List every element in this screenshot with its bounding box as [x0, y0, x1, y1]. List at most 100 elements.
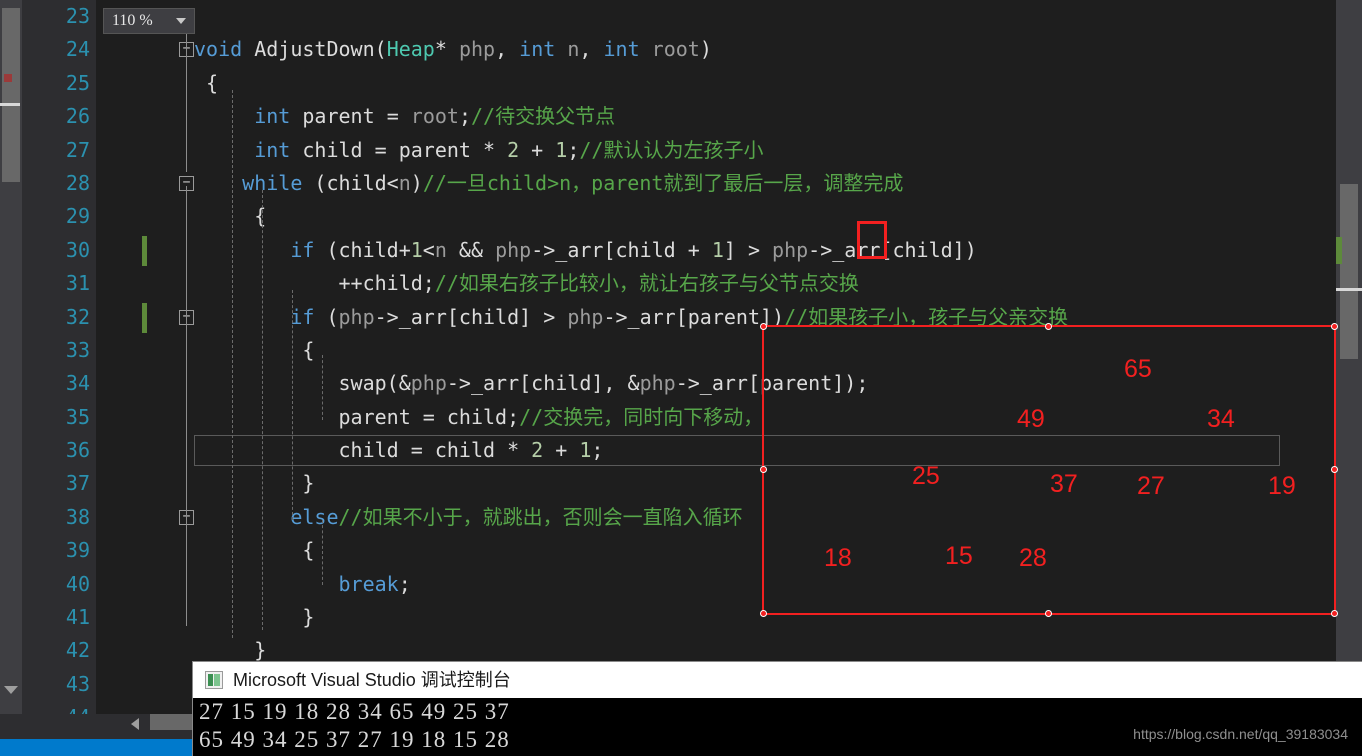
code-line-text: int parent = root;//待交换父节点 — [254, 104, 616, 129]
code-line-text: { — [194, 337, 315, 362]
code-line-text: { — [194, 70, 219, 95]
line-number: 26 — [65, 104, 90, 129]
debug-console-window[interactable]: Microsoft Visual Studio 调试控制台 27 15 19 1… — [192, 661, 1362, 756]
heap-value-label: 65 — [1124, 355, 1152, 383]
code-line[interactable]: 36 child = child * 2 + 1; — [34, 434, 1362, 467]
code-line[interactable]: 38− else//如果不小于，就跳出，否则会一直陷入循环 — [34, 501, 1362, 534]
console-title-bar[interactable]: Microsoft Visual Studio 调试控制台 — [193, 662, 1362, 698]
console-title-text: Microsoft Visual Studio 调试控制台 — [233, 670, 511, 690]
line-number: 27 — [65, 137, 90, 162]
status-bar — [0, 739, 192, 756]
heap-value-label: 25 — [912, 462, 940, 490]
line-number: 43 — [65, 671, 90, 696]
code-line[interactable]: 27 int child = parent * 2 + 1;//默认认为左孩子小 — [34, 134, 1362, 167]
indent-guide — [322, 355, 323, 420]
line-number: 38 — [65, 504, 90, 529]
code-line[interactable]: 34 swap(&php->_arr[child], &php->_arr[pa… — [34, 367, 1362, 400]
code-line[interactable]: 33 { — [34, 334, 1362, 367]
horizontal-scroll-left-button[interactable] — [128, 713, 144, 735]
vertical-scrollbar-thumb[interactable] — [1340, 184, 1358, 359]
visual-studio-window: 23 24−void AdjustDown(Heap* php, int n, i… — [0, 0, 1362, 756]
zoom-level-value: 110 % — [112, 12, 153, 29]
line-number: 25 — [65, 70, 90, 95]
line-number: 29 — [65, 204, 90, 229]
code-line[interactable]: 25 { — [34, 67, 1362, 100]
line-number: 40 — [65, 571, 90, 596]
code-line-text: ++child;//如果右孩子比较小，就让右孩子与父节点交换 — [194, 271, 859, 296]
watermark-text: https://blog.csdn.net/qq_39183034 — [1133, 726, 1348, 742]
code-line[interactable]: 41 } — [34, 601, 1362, 634]
change-bar — [142, 235, 147, 266]
line-number: 24 — [65, 37, 90, 62]
console-output-line: 27 15 19 18 28 34 65 49 25 37 — [199, 699, 510, 724]
change-bar — [142, 302, 147, 333]
line-number: 23 — [65, 4, 90, 28]
line-number: 39 — [65, 538, 90, 563]
left-scroll-column[interactable] — [0, 0, 22, 714]
line-number: 41 — [65, 605, 90, 630]
code-line[interactable]: 35 parent = child;//交换完，同时向下移动， — [34, 401, 1362, 434]
heap-value-label: 49 — [1017, 405, 1045, 433]
line-number: 37 — [65, 471, 90, 496]
heap-value-label: 15 — [945, 542, 973, 570]
code-line-text: break; — [338, 571, 411, 596]
breakpoint-marker-icon[interactable] — [4, 74, 12, 82]
code-lines-container[interactable]: 23 24−void AdjustDown(Heap* php, int n, i… — [34, 0, 1362, 729]
code-line-text: while (child<n)//一旦child>n，parent就到了最后一层… — [242, 170, 904, 195]
line-number: 28 — [65, 170, 90, 195]
line-number: 31 — [65, 271, 90, 296]
code-line-text: { — [194, 538, 315, 563]
arrow-left-icon — [131, 718, 139, 730]
indent-guide — [322, 520, 323, 585]
code-line[interactable]: 28− while (child<n)//一旦child>n，parent就到了… — [34, 167, 1362, 200]
code-line[interactable]: 32− if (php->_arr[child] > php->_arr[par… — [34, 301, 1362, 334]
heap-value-label: 34 — [1207, 405, 1235, 433]
line-number: 36 — [65, 438, 90, 463]
code-line-text: child = child * 2 + 1; — [194, 438, 604, 463]
indent-guide — [262, 190, 263, 630]
code-line[interactable]: 39 { — [34, 534, 1362, 567]
code-line[interactable]: 29 { — [34, 200, 1362, 233]
left-scroll-thumb[interactable] — [2, 8, 20, 182]
line-number: 33 — [65, 337, 90, 362]
code-line-text: { — [194, 204, 267, 229]
line-number: 42 — [65, 638, 90, 663]
left-margin-strip — [22, 0, 34, 714]
console-app-icon — [205, 671, 223, 689]
code-line-text: void AdjustDown(Heap* php, int n, int ro… — [194, 37, 712, 62]
heap-value-label: 27 — [1137, 472, 1165, 500]
code-line-text: } — [194, 605, 315, 630]
heap-value-label: 28 — [1019, 544, 1047, 572]
scroll-down-arrow-icon[interactable] — [4, 686, 18, 694]
caret-position-marker — [1336, 288, 1362, 291]
line-number: 35 — [65, 404, 90, 429]
current-position-marker — [0, 103, 20, 106]
code-line[interactable]: 26 int parent = root;//待交换父节点 — [34, 100, 1362, 133]
code-line[interactable]: 40 break; — [34, 568, 1362, 601]
line-number: 34 — [65, 371, 90, 396]
code-line-text: } — [194, 471, 315, 496]
chevron-down-icon[interactable] — [176, 18, 186, 24]
line-number: 30 — [65, 237, 90, 262]
code-line[interactable]: 24−void AdjustDown(Heap* php, int n, int… — [34, 33, 1362, 66]
highlighted-operator-box — [857, 221, 887, 259]
fold-guide-line — [186, 26, 187, 172]
indent-guide — [292, 290, 293, 520]
indent-guide — [232, 90, 233, 638]
code-line-text: if (php->_arr[child] > php->_arr[parent]… — [290, 304, 1069, 329]
fold-guide-line — [186, 186, 187, 626]
heap-value-label: 37 — [1050, 470, 1078, 498]
code-line-text: parent = child;//交换完，同时向下移动， — [194, 404, 764, 429]
change-indicator-marker — [1336, 237, 1342, 264]
code-line[interactable]: 31 ++child;//如果右孩子比较小，就让右孩子与父节点交换 — [34, 267, 1362, 300]
heap-value-label: 18 — [824, 544, 852, 572]
code-line-text: swap(&php->_arr[child], &php->_arr[paren… — [194, 371, 869, 396]
code-editor-pane[interactable]: 23 24−void AdjustDown(Heap* php, int n, i… — [34, 0, 1362, 729]
code-line-text: else//如果不小于，就跳出，否则会一直陷入循环 — [290, 504, 743, 529]
vertical-scrollbar[interactable] — [1336, 0, 1362, 714]
line-number: 32 — [65, 304, 90, 329]
zoom-level-dropdown[interactable]: 110 % — [103, 8, 195, 34]
code-line[interactable]: 30 if (child+1<n && php->_arr[child + 1]… — [34, 234, 1362, 267]
code-line[interactable]: 23 — [34, 0, 1362, 33]
code-line-text: int child = parent * 2 + 1;//默认认为左孩子小 — [254, 137, 764, 162]
